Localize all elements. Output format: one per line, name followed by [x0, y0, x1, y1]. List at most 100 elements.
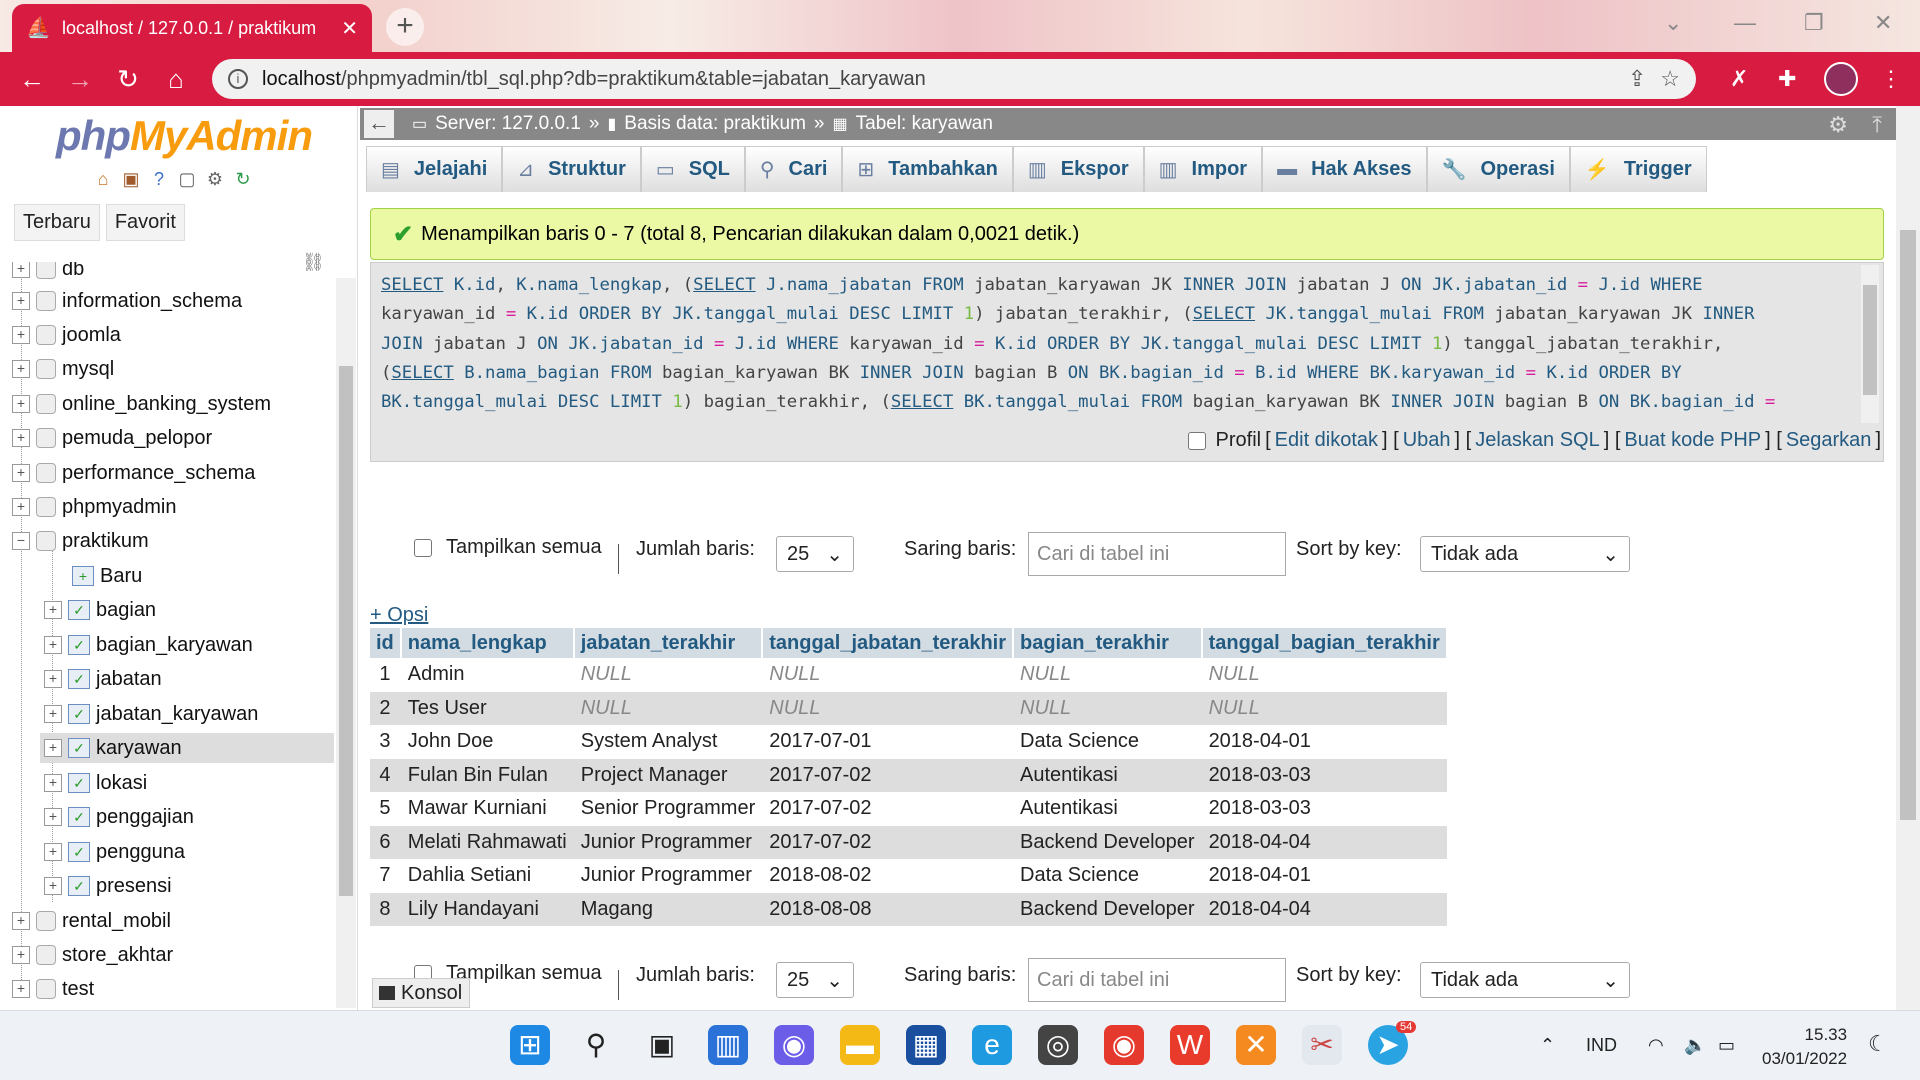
table-cell[interactable]: NULL	[762, 658, 1013, 692]
address-bar[interactable]: i localhost/phpmyadmin/tbl_sql.php?db=pr…	[212, 59, 1696, 99]
tab-sql[interactable]: ▭ SQL	[640, 146, 745, 192]
table-cell[interactable]: 3	[370, 725, 401, 759]
home-icon[interactable]: ⌂	[160, 64, 192, 95]
table-cell[interactable]: Admin	[401, 658, 574, 692]
expand-icon[interactable]: +	[44, 601, 62, 619]
wps-office-icon[interactable]: W	[1170, 1025, 1210, 1065]
explain-sql-link[interactable]: Jelaskan SQL	[1475, 429, 1600, 452]
table-row[interactable]: 6 Melati Rahmawati Junior Programmer 2017-0…	[370, 825, 1447, 859]
table-row[interactable]: 3 John Doe System Analyst 2017-07-01 Data Sc…	[370, 725, 1447, 759]
volume-icon[interactable]: 🔈	[1684, 1035, 1706, 1056]
snipping-tool-icon[interactable]: ✂	[1302, 1025, 1342, 1065]
browser-tab-active[interactable]: ⛵ localhost / 127.0.0.1 / praktikum ✕	[12, 4, 372, 52]
table-cell[interactable]: Autentikasi	[1013, 758, 1202, 792]
table-cell[interactable]: 2018-03-03	[1201, 758, 1447, 792]
table-row[interactable]: 2 Tes User NULL NULL NULL NULL	[370, 691, 1447, 725]
edit-link[interactable]: Ubah	[1403, 429, 1451, 452]
options-link[interactable]: + Opsi	[370, 604, 428, 627]
table-cell[interactable]: Tes User	[400, 691, 574, 725]
sql-scrollbar[interactable]	[1861, 265, 1879, 423]
xampp-icon[interactable]: ✕	[1236, 1025, 1276, 1065]
expand-icon[interactable]: +	[44, 705, 62, 723]
expand-icon[interactable]: +	[12, 395, 30, 413]
search-icon[interactable]: ⚲	[576, 1025, 616, 1065]
tree-db-item[interactable]: + rental_mobil	[12, 906, 171, 936]
microsoft-store-icon[interactable]: ▦	[906, 1025, 946, 1065]
table-cell[interactable]: 4	[370, 758, 401, 792]
table-cell[interactable]: NULL	[1202, 658, 1447, 692]
battery-icon[interactable]: ▭	[1718, 1035, 1735, 1056]
table-row[interactable]: 8 Lily Handayani Magang 2018-08-08 Backend D…	[370, 892, 1447, 926]
column-header-jabatan-terakhir[interactable]: jabatan_terakhir	[573, 628, 764, 658]
profiling-checkbox[interactable]	[1187, 431, 1206, 450]
column-header-nama-lengkap[interactable]: nama_lengkap	[400, 628, 575, 658]
table-cell[interactable]: NULL	[574, 658, 763, 692]
tree-db-item[interactable]: + test	[12, 974, 94, 1004]
sort-by-key-select-bottom[interactable]: Tidak ada ⌄	[1420, 962, 1630, 998]
table-cell[interactable]: Lily Handayani	[400, 892, 574, 926]
table-cell[interactable]: System Analyst	[574, 725, 763, 759]
breadcrumb-database[interactable]: Basis data: praktikum	[624, 113, 806, 135]
table-cell[interactable]: 2017-07-02	[762, 758, 1013, 792]
tab-search[interactable]: ⚲ Cari	[744, 146, 843, 192]
new-tab-button[interactable]: +	[386, 8, 424, 46]
table-cell[interactable]: Junior Programmer	[573, 825, 763, 859]
tree-table-item[interactable]: + ✓ bagian	[44, 595, 156, 625]
console-toggle[interactable]: Konsol	[372, 978, 470, 1008]
tree-table-item[interactable]: + ✓ pengguna	[44, 837, 185, 867]
expand-icon[interactable]: +	[12, 946, 30, 964]
show-hidden-icons[interactable]: ⌃	[1540, 1035, 1555, 1056]
breadcrumb-server[interactable]: Server: 127.0.0.1	[435, 113, 581, 135]
close-window-icon[interactable]: ✕	[1874, 10, 1892, 36]
language-indicator[interactable]: IND	[1586, 1035, 1617, 1056]
table-cell[interactable]: Dahlia Setiani	[401, 859, 574, 893]
main-scrollbar-thumb[interactable]	[1900, 230, 1916, 820]
collapse-icon[interactable]: −	[12, 532, 30, 550]
clock[interactable]: 15.33 03/01/2022	[1762, 1023, 1847, 1071]
filter-rows-input-bottom[interactable]: Cari di tabel ini	[1028, 958, 1286, 1002]
tab-privileges[interactable]: ▬ Hak Akses	[1262, 146, 1427, 192]
tree-table-item[interactable]: + ✓ jabatan_karyawan	[44, 699, 258, 729]
tree-table-item-selected[interactable]: + ✓ karyawan	[40, 733, 334, 763]
table-row[interactable]: 5 Mawar Kurniani Senior Programmer 2017-07-…	[370, 792, 1447, 826]
forward-icon[interactable]: →	[64, 64, 96, 95]
logout-icon[interactable]: ▣	[120, 168, 142, 190]
chat-icon[interactable]: ◉	[774, 1025, 814, 1065]
expand-icon[interactable]: +	[44, 808, 62, 826]
table-cell[interactable]: Senior Programmer	[574, 792, 763, 826]
tab-favorites[interactable]: Favorit	[105, 204, 185, 241]
help-icon[interactable]: ?	[148, 168, 170, 190]
table-cell[interactable]: 2018-08-02	[762, 859, 1013, 893]
tab-import[interactable]: ▥ Impor	[1143, 146, 1263, 192]
notifications-icon[interactable]: ☾	[1868, 1031, 1888, 1057]
expand-icon[interactable]: +	[12, 912, 30, 930]
tree-db-item[interactable]: + mysql	[12, 354, 114, 384]
tab-operations[interactable]: 🔧 Operasi	[1426, 146, 1570, 192]
table-cell[interactable]: 2018-04-04	[1201, 825, 1447, 859]
tree-db-item[interactable]: + pemuda_pelopor	[12, 423, 212, 453]
collapse-top-icon[interactable]: ⤒	[1872, 112, 1882, 138]
table-cell[interactable]: 2018-04-01	[1202, 725, 1447, 759]
browser-menu-icon[interactable]: ⋮	[1880, 66, 1902, 92]
expand-icon[interactable]: +	[12, 429, 30, 447]
expand-icon[interactable]: +	[12, 292, 30, 310]
tab-export[interactable]: ▥ Ekspor	[1012, 146, 1144, 192]
table-cell[interactable]: 2	[370, 691, 401, 725]
nav-scrollbar[interactable]	[336, 278, 356, 1008]
expand-icon[interactable]: +	[44, 774, 62, 792]
tab-structure[interactable]: ⊿ Struktur	[502, 146, 641, 192]
sort-by-key-select[interactable]: Tidak ada ⌄	[1420, 536, 1630, 572]
table-cell[interactable]: NULL	[1013, 658, 1202, 692]
start-windows-icon[interactable]: ⊞	[510, 1025, 550, 1065]
reload-icon[interactable]: ↻	[112, 64, 144, 95]
tab-insert[interactable]: ⊞ Tambahkan	[842, 146, 1013, 192]
table-cell[interactable]: NULL	[1013, 691, 1202, 725]
tab-browse[interactable]: ▤ Jelajahi	[366, 146, 503, 192]
tab-triggers[interactable]: ⚡ Trigger	[1569, 146, 1707, 192]
edit-inline-link[interactable]: Edit dikotak	[1275, 429, 1378, 452]
wifi-icon[interactable]: ◠	[1648, 1035, 1664, 1056]
rows-per-page-select-bottom[interactable]: 25 ⌄	[776, 962, 854, 998]
expand-icon[interactable]: +	[12, 262, 30, 278]
bookmark-star-icon[interactable]: ☆	[1660, 66, 1680, 92]
table-row[interactable]: 7 Dahlia Setiani Junior Programmer 2018-08-…	[370, 859, 1447, 893]
